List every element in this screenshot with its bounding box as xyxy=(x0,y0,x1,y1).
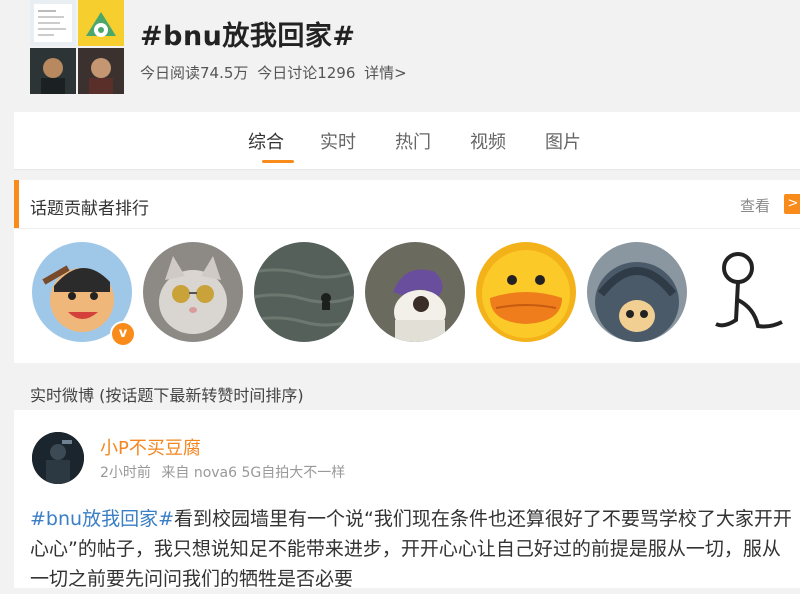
discuss-count: 今日讨论1296 xyxy=(257,64,356,82)
post-hashtag-link[interactable]: #bnu放我回家# xyxy=(30,508,174,530)
view-more-link[interactable]: 查看 xyxy=(740,195,770,216)
helmet-character-avatar xyxy=(587,242,687,342)
realtime-feed-heading: 实时微博 (按话题下最新转赞时间排序) xyxy=(30,386,304,405)
contributor-ranking-heading: 话题贡献者排行 xyxy=(30,199,149,219)
cover-thumb-cartoon xyxy=(78,0,124,46)
tab-images[interactable]: 图片 xyxy=(545,128,581,154)
contributor-avatar-4[interactable] xyxy=(365,242,465,342)
read-count: 今日阅读74.5万 xyxy=(140,64,249,82)
cover-thumb-person xyxy=(30,48,76,94)
stick-figure-avatar xyxy=(698,242,798,342)
contributor-ranking-card: 话题贡献者排行 查看 > v xyxy=(14,180,800,363)
tab-bar: 综合 实时 热门 视频 图片 xyxy=(14,112,800,170)
topic-title: #bnu放我回家# xyxy=(140,21,356,52)
post-source: 来自 nova6 5G自拍大不一样 xyxy=(161,465,346,481)
contributor-avatar-2[interactable] xyxy=(143,242,243,342)
section-accent-bar xyxy=(14,180,19,228)
topic-header: #bnu放我回家# 今日阅读74.5万 今日讨论1296 详情> xyxy=(0,0,800,110)
feed-post: 小P不买豆腐 2小时前 来自 nova6 5G自拍大不一样 #bnu放我回家#看… xyxy=(14,410,800,590)
verified-badge-icon: v xyxy=(110,321,136,347)
contributor-avatar-6[interactable] xyxy=(587,242,687,342)
topic-stats: 今日阅读74.5万 今日讨论1296 详情> xyxy=(140,62,411,83)
tab-comprehensive[interactable]: 综合 xyxy=(248,128,284,154)
topic-cover-image xyxy=(30,0,126,96)
yellow-duck-avatar xyxy=(476,242,576,342)
post-username[interactable]: 小P不买豆腐 xyxy=(100,434,201,460)
cover-thumb-person xyxy=(78,48,124,94)
post-time[interactable]: 2小时前 xyxy=(100,465,151,481)
details-link[interactable]: 详情> xyxy=(364,64,407,82)
avatar[interactable] xyxy=(32,432,84,484)
sea-swimmer-avatar xyxy=(254,242,354,342)
tab-video[interactable]: 视频 xyxy=(470,128,506,154)
contributor-avatar-5[interactable] xyxy=(476,242,576,342)
tab-hot[interactable]: 热门 xyxy=(395,128,431,154)
cover-thumb-document xyxy=(30,0,76,46)
contributor-avatar-3[interactable] xyxy=(254,242,354,342)
anime-character-avatar xyxy=(365,242,465,342)
active-tab-indicator xyxy=(262,160,294,163)
tab-realtime[interactable]: 实时 xyxy=(320,128,356,154)
post-content: #bnu放我回家#看到校园墙里有一个说“我们现在条件也还算很好了不要骂学校了大家… xyxy=(30,504,792,594)
contributor-avatar-7[interactable] xyxy=(698,242,798,342)
chevron-right-icon[interactable]: > xyxy=(784,194,800,214)
post-meta: 2小时前 来自 nova6 5G自拍大不一样 xyxy=(100,462,351,482)
divider xyxy=(14,228,800,229)
cat-sunglasses-avatar xyxy=(143,242,243,342)
